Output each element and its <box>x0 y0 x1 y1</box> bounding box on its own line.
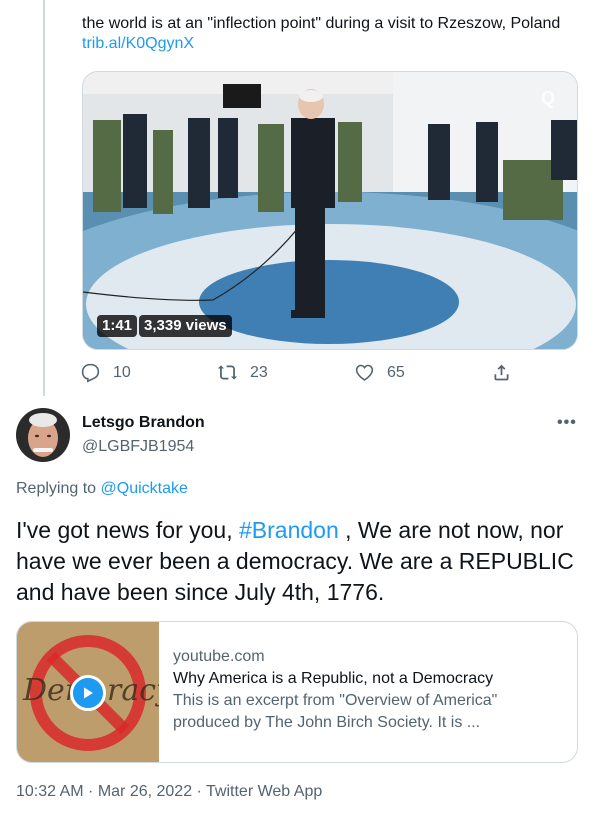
retweet-icon <box>217 365 238 380</box>
quoted-tweet-actions: 10 23 65 <box>80 362 512 383</box>
card-thumbnail: Dem racy <box>17 622 174 762</box>
tweet-text-start: I've got news for you, <box>16 517 240 543</box>
display-name[interactable]: Letsgo Brandon <box>82 414 205 432</box>
card-title: Why America is a Republic, not a Democra… <box>173 670 494 687</box>
play-icon[interactable] <box>69 675 106 711</box>
like-count: 65 <box>387 363 405 381</box>
quoted-tweet-link[interactable]: trib.al/K0QgynX <box>82 35 194 52</box>
replying-to-mention[interactable]: @Quicktake <box>101 480 188 497</box>
quoted-tweet-text: the world is at an "inflection point" du… <box>82 14 582 54</box>
like-button[interactable]: 65 <box>354 362 405 383</box>
reply-icon <box>81 363 100 383</box>
thread-connector-line <box>43 0 45 396</box>
video-views: 3,339 views <box>139 315 232 337</box>
video-thumbnail <box>83 72 577 349</box>
quoted-tweet-body: the world is at an "inflection point" du… <box>82 15 561 32</box>
video-badges: 1:41 3,339 views <box>97 315 232 337</box>
replying-to-prefix: Replying to <box>16 480 101 497</box>
share-button[interactable] <box>491 362 512 383</box>
more-icon[interactable]: ••• <box>557 414 577 432</box>
card-description: This is an excerpt from "Overview of Ame… <box>173 692 498 731</box>
svg-text:racy: racy <box>107 673 159 708</box>
hashtag-link[interactable]: #Brandon <box>239 517 339 543</box>
retweet-count: 23 <box>250 363 268 381</box>
card-domain: youtube.com <box>173 648 265 665</box>
video-player[interactable]: Q 1:41 3,339 views <box>82 71 578 350</box>
reply-button[interactable]: 10 <box>80 362 131 383</box>
tweet-text: I've got news for you, #Brandon , We are… <box>16 515 586 608</box>
share-icon <box>494 364 509 381</box>
avatar[interactable] <box>16 408 70 462</box>
play-triangle-icon <box>83 687 93 699</box>
user-handle[interactable]: @LGBFJB1954 <box>82 438 194 456</box>
link-preview-card[interactable]: Dem racy youtube.com Why America is a Re… <box>16 621 578 763</box>
card-details: youtube.com Why America is a Republic, n… <box>159 622 577 762</box>
retweet-button[interactable]: 23 <box>217 362 268 383</box>
replying-to: Replying to @Quicktake <box>16 480 188 498</box>
publisher-logo: Q <box>540 88 555 108</box>
tweet-timestamp[interactable]: 10:32 AM · Mar 26, 2022 · Twitter Web Ap… <box>16 783 322 801</box>
avatar-image <box>16 408 70 462</box>
video-duration: 1:41 <box>97 315 138 337</box>
reply-count: 10 <box>113 363 131 381</box>
like-icon <box>355 364 374 381</box>
